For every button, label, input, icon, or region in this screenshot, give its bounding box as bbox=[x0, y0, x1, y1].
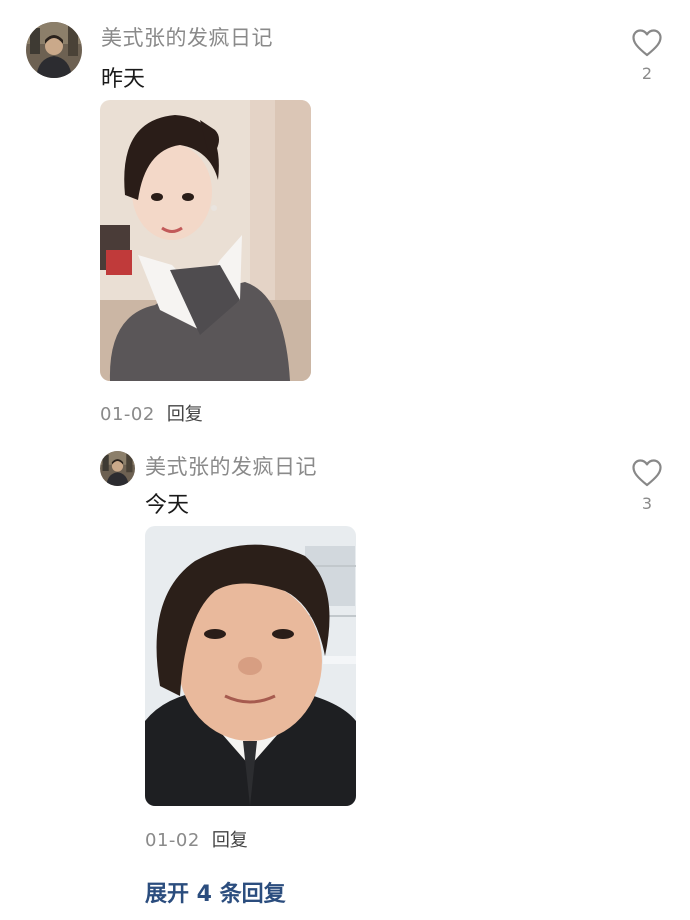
comment-meta: 01-02 回复 bbox=[100, 400, 203, 426]
reply-button[interactable]: 回复 bbox=[167, 404, 203, 425]
heart-icon bbox=[632, 459, 662, 487]
avatar-image bbox=[26, 22, 82, 78]
reply-text: 今天 bbox=[145, 493, 190, 518]
like-count: 2 bbox=[641, 64, 653, 83]
reply-image[interactable] bbox=[145, 526, 356, 806]
reply-meta: 01-02 回复 bbox=[145, 826, 248, 852]
heart-icon bbox=[632, 29, 662, 57]
expand-replies-button[interactable]: 展开 4 条回复 bbox=[145, 876, 286, 908]
avatar-image bbox=[100, 451, 135, 486]
comment-text: 昨天 bbox=[101, 67, 146, 92]
like-button[interactable]: 3 bbox=[627, 458, 667, 513]
comment-username[interactable]: 美式张的发疯日记 bbox=[101, 22, 273, 52]
comment-avatar[interactable] bbox=[26, 22, 82, 78]
reply-button[interactable]: 回复 bbox=[212, 830, 248, 851]
reply-username[interactable]: 美式张的发疯日记 bbox=[145, 451, 317, 481]
reply-avatar[interactable] bbox=[100, 451, 135, 486]
like-count: 3 bbox=[641, 494, 653, 513]
like-button[interactable]: 2 bbox=[627, 28, 667, 83]
comment-date: 01-02 bbox=[100, 404, 155, 425]
comment-image[interactable] bbox=[100, 100, 311, 381]
reply-date: 01-02 bbox=[145, 830, 200, 851]
selfie-photo bbox=[100, 100, 311, 381]
selfie-photo bbox=[145, 526, 356, 806]
